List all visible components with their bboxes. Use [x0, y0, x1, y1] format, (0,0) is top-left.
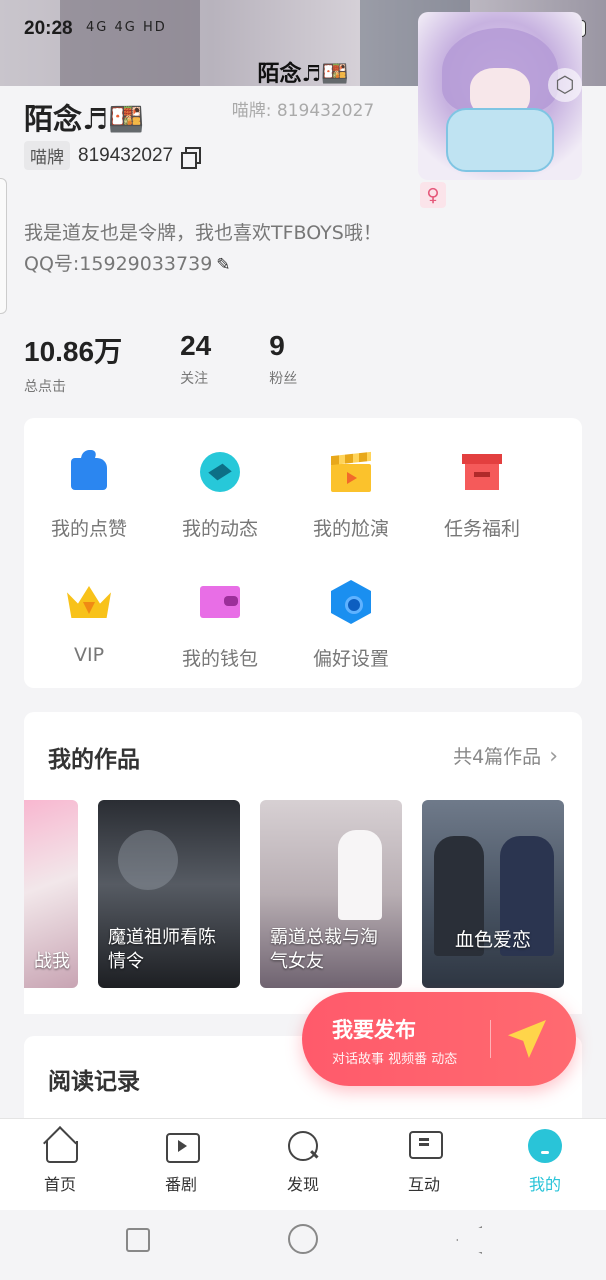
paper-plane-icon: [508, 1020, 546, 1058]
work-title: 战我: [34, 951, 70, 972]
work-card[interactable]: 魔道祖师看陈情令: [98, 800, 240, 988]
stat-fans[interactable]: 9 粉丝: [269, 330, 297, 396]
tab-label: 发现: [286, 1175, 319, 1194]
avatar-mask: [446, 108, 554, 172]
stat-label: 关注: [180, 371, 209, 387]
publish-button[interactable]: 我要发布 对话故事 视频番 动态: [302, 992, 576, 1086]
stat-clicks[interactable]: 10.86万 总点击: [24, 330, 122, 396]
play-icon: [164, 1129, 200, 1163]
wallet-icon: [198, 580, 242, 624]
user-id-row: 喵牌 819432027: [24, 141, 202, 170]
works-count-link[interactable]: 共4篇作品 ›: [453, 742, 558, 769]
bio-qq: QQ号:15929033739: [24, 253, 213, 275]
thumbs-up-icon: [67, 450, 111, 494]
hexagon-settings-icon: [329, 580, 373, 624]
chevron-right-icon: ›: [549, 744, 558, 769]
home-button-icon[interactable]: [288, 1224, 318, 1254]
work-title: 魔道祖师看陈情令: [108, 927, 216, 972]
id-tag: 喵牌: [24, 141, 70, 170]
stat-label: 总点击: [24, 379, 66, 395]
work-title: 血色爱恋: [454, 929, 531, 951]
publish-subtitle: 对话故事 视频番 动态: [332, 1052, 458, 1067]
crown-icon: [67, 580, 111, 624]
search-icon: [286, 1129, 320, 1163]
status-time: 20:28: [24, 18, 73, 39]
menu-label: 我的尬演: [312, 518, 389, 540]
stat-following[interactable]: 24 关注: [180, 330, 211, 396]
works-count: 共4篇作品: [453, 746, 542, 768]
menu-card: 我的点赞 我的动态 我的尬演 任务福利 VIP 我的钱包 偏好设置: [24, 418, 582, 688]
tab-series[interactable]: 番剧: [141, 1129, 221, 1195]
menu-item-moments[interactable]: 我的动态: [155, 450, 285, 541]
id-value: 819432027: [78, 144, 174, 166]
settings-icon[interactable]: ⬡: [548, 68, 582, 102]
chat-icon: [407, 1129, 443, 1163]
tab-label: 我的: [528, 1175, 561, 1194]
tab-label: 互动: [407, 1175, 440, 1194]
copy-icon[interactable]: [181, 146, 202, 169]
bottom-tab-bar: 首页 番剧 发现 互动 我的: [0, 1118, 606, 1210]
work-cover-art: [338, 830, 382, 920]
bio: 我是道友也是令牌，我也喜欢TFBOYS哦！ QQ号:15929033739 ✎: [24, 218, 382, 281]
gift-box-icon: [460, 450, 504, 494]
menu-item-likes[interactable]: 我的点赞: [24, 450, 154, 541]
menu-label: 我的动态: [181, 518, 258, 540]
menu-label: VIP: [73, 644, 105, 666]
works-title: 我的作品: [48, 747, 140, 773]
works-card: 我的作品 共4篇作品 › 战我 魔道祖师看陈情令 霸道总裁与淘气女友 血色爱恋: [24, 712, 582, 1014]
tab-interact[interactable]: 互动: [384, 1129, 464, 1195]
menu-label: 任务福利: [443, 518, 520, 540]
stat-value: 9: [269, 330, 285, 361]
stat-value: 10.86万: [24, 336, 123, 367]
stat-label: 粉丝: [269, 371, 298, 387]
tab-home[interactable]: 首页: [20, 1129, 100, 1195]
stat-value: 24: [180, 330, 212, 361]
bio-line: 我是道友也是令牌，我也喜欢TFBOYS哦！: [24, 222, 382, 244]
back-icon[interactable]: [456, 1226, 482, 1254]
work-card[interactable]: 战我: [24, 800, 78, 988]
menu-item-performances[interactable]: 我的尬演: [286, 450, 416, 541]
female-icon: ♀: [420, 182, 446, 208]
home-icon: [43, 1129, 78, 1163]
work-card[interactable]: 血色爱恋: [422, 800, 564, 988]
work-card[interactable]: 霸道总裁与淘气女友: [260, 800, 402, 988]
menu-item-preferences[interactable]: 偏好设置: [286, 580, 416, 671]
menu-item-wallet[interactable]: 我的钱包: [155, 580, 285, 671]
side-drawer-handle[interactable]: [0, 178, 7, 314]
edit-icon[interactable]: ✎: [216, 255, 230, 275]
tab-label: 首页: [43, 1175, 76, 1194]
network-indicator: 4G 4G HD: [86, 20, 167, 35]
menu-label: 我的钱包: [181, 648, 258, 670]
reading-title: 阅读记录: [48, 1069, 140, 1095]
publish-divider: [490, 1020, 491, 1058]
menu-item-tasks[interactable]: 任务福利: [417, 450, 547, 541]
stats-row: 10.86万 总点击 24 关注 9 粉丝: [24, 330, 355, 396]
bio-line-qq: QQ号:15929033739 ✎: [24, 249, 382, 281]
menu-item-vip[interactable]: VIP: [24, 580, 154, 666]
work-cover-art: [118, 830, 178, 890]
profile-icon: [528, 1129, 562, 1163]
compass-icon: [198, 450, 242, 494]
menu-label: 偏好设置: [312, 648, 389, 670]
tab-discover[interactable]: 发现: [263, 1129, 343, 1195]
clapperboard-icon: [329, 450, 373, 494]
tab-label: 番剧: [164, 1175, 197, 1194]
menu-label: 我的点赞: [50, 518, 127, 540]
work-title: 霸道总裁与淘气女友: [270, 927, 378, 972]
recents-icon[interactable]: [126, 1228, 150, 1252]
system-nav-bar: [0, 1210, 606, 1280]
tab-me[interactable]: 我的: [505, 1129, 585, 1195]
username: 陌念♬🍱: [24, 102, 145, 136]
publish-title: 我要发布: [332, 1018, 416, 1042]
